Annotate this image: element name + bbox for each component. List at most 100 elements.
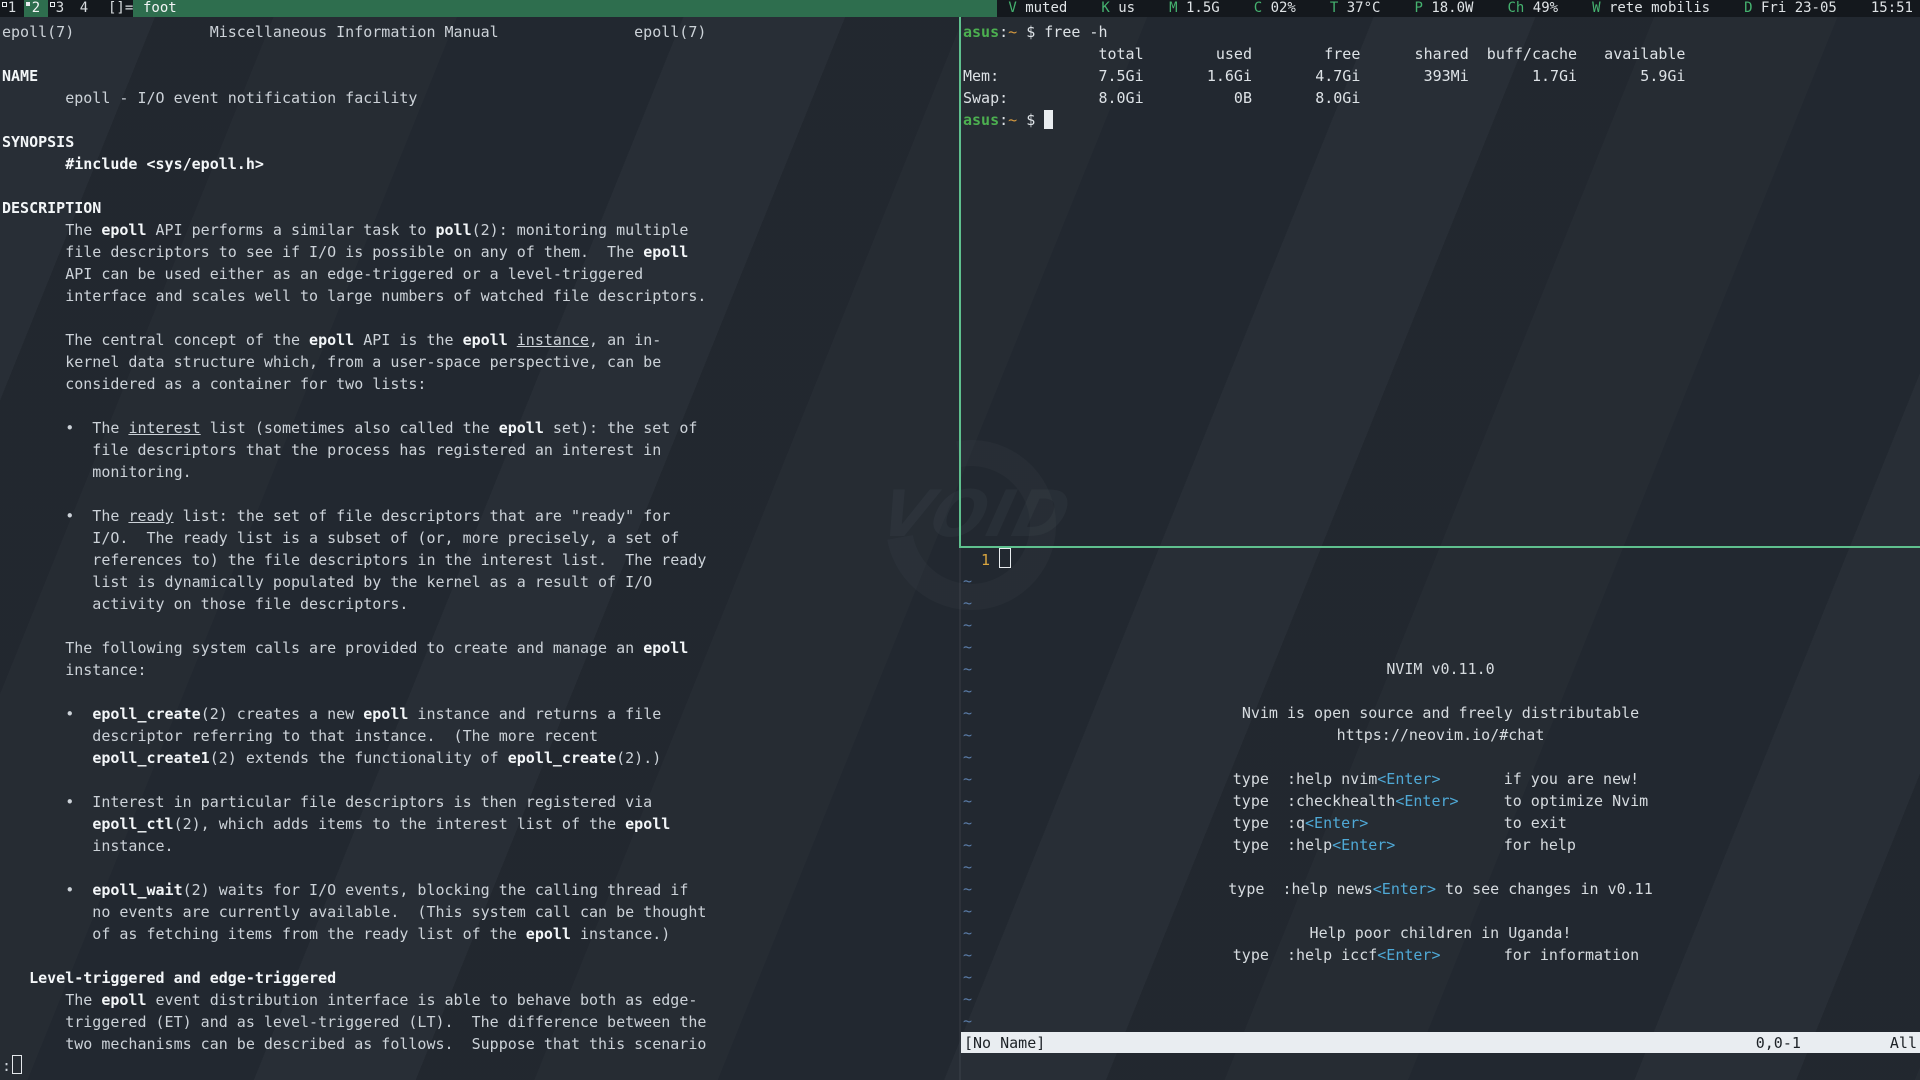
status-item-p: P 18.0W — [1414, 0, 1473, 17]
man-page-line: epoll(7) Miscellaneous Information Manua… — [2, 21, 958, 43]
nvim-intro-line: Nvim is open source and freely distribut… — [961, 702, 1920, 724]
nvim-tilde: ~ — [963, 616, 972, 634]
nvim-tilde: ~ — [963, 594, 972, 612]
tag-occupied-indicator — [50, 2, 55, 7]
nvim-line-number: 1 — [963, 551, 999, 569]
man-page-line: The following system calls are provided … — [2, 637, 958, 659]
man-page-line: Level-triggered and edge-triggered — [2, 967, 958, 989]
man-page-line: references to) the file descriptors in t… — [2, 549, 958, 571]
status-item-k: K us — [1101, 0, 1135, 17]
status-bar: 1234 []= foot V mutedK usM 1.5GC 02%T 37… — [0, 0, 1920, 17]
status-key: C — [1254, 0, 1262, 16]
status-key: K — [1101, 0, 1109, 16]
terminal-pane[interactable]: asus:~ $ free -h total used free shared … — [963, 21, 1918, 131]
man-page-line — [2, 175, 958, 197]
nvim-pane[interactable]: 1 ~~~~~~~~~~~~~~~~~~~~~ NVIM v0.11.0Nvim… — [961, 548, 1920, 1080]
nvim-intro-line: type :q<Enter> to exit — [961, 812, 1920, 834]
pager-cursor — [12, 1055, 22, 1074]
man-page-line: file descriptors that the process has re… — [2, 439, 958, 461]
nvim-tilde-row: ~ — [961, 614, 1920, 636]
man-page-line — [2, 109, 958, 131]
status-value: muted — [1025, 0, 1067, 16]
man-page-line: epoll_create1(2) extends the functionali… — [2, 747, 958, 769]
man-page-line: NAME — [2, 65, 958, 87]
pager-prompt-line[interactable]: : — [2, 1055, 958, 1077]
man-page-line: #include <sys/epoll.h> — [2, 153, 958, 175]
man-page-line: list is dynamically populated by the ker… — [2, 571, 958, 593]
prompt-user: asus — [963, 23, 999, 41]
tag-occupied-indicator — [2, 2, 7, 7]
man-page-line: epoll - I/O event notification facility — [2, 87, 958, 109]
workspace-tag-4[interactable]: 4 — [72, 0, 96, 17]
man-page-line: interface and scales well to large numbe… — [2, 285, 958, 307]
prompt-path: ~ — [1008, 111, 1017, 129]
nvim-intro-line: type :help nvim<Enter> if you are new! — [961, 768, 1920, 790]
man-page-line: considered as a container for two lists: — [2, 373, 958, 395]
man-page-line — [2, 681, 958, 703]
tag-occupied-indicator — [26, 2, 30, 6]
workspace-tag-label: 3 — [56, 0, 64, 17]
nvim-intro-line — [961, 680, 1920, 702]
man-page-line: I/O. The ready list is a subset of (or, … — [2, 527, 958, 549]
status-item-ch: Ch 49% — [1507, 0, 1558, 17]
man-page-line: • epoll_wait(2) waits for I/O events, bl… — [2, 879, 958, 901]
man-page-line: monitoring. — [2, 461, 958, 483]
workspace-tag-3[interactable]: 3 — [48, 0, 72, 17]
terminal-command-line: asus:~ $ free -h — [963, 21, 1918, 43]
enter-key-hint: <Enter> — [1332, 836, 1395, 854]
man-page-line: API can be used either as an edge-trigge… — [2, 263, 958, 285]
nvim-intro-screen: NVIM v0.11.0Nvim is open source and free… — [961, 658, 1920, 966]
man-page-line: of as fetching items from the ready list… — [2, 923, 958, 945]
nvim-intro-line — [961, 856, 1920, 878]
man-page-pane[interactable]: epoll(7) Miscellaneous Information Manua… — [2, 21, 958, 1077]
nvim-tilde-row: ~ — [961, 1010, 1920, 1032]
nvim-intro-line — [961, 900, 1920, 922]
status-key: D — [1744, 0, 1752, 16]
workspace-tag-2[interactable]: 2 — [24, 0, 48, 17]
nvim-scroll-position: All — [1890, 1032, 1917, 1054]
workspace-tag-label: 2 — [32, 0, 40, 17]
nvim-tilde: ~ — [963, 1012, 972, 1030]
enter-key-hint: <Enter> — [1395, 792, 1458, 810]
nvim-tilde: ~ — [963, 968, 972, 986]
status-key: T — [1330, 0, 1338, 16]
focused-window-title: foot — [133, 0, 997, 17]
prompt-user: asus — [963, 111, 999, 129]
status-item-v: V muted — [1008, 0, 1067, 17]
vertical-split-divider[interactable] — [959, 17, 961, 546]
nvim-tilde-row: ~ — [961, 966, 1920, 988]
man-page-line: • Interest in particular file descriptor… — [2, 791, 958, 813]
status-value: Fri 23-05 — [1761, 0, 1837, 16]
nvim-line-1[interactable]: 1 — [961, 548, 1920, 570]
status-value: us — [1118, 0, 1135, 16]
workspace-tag-1[interactable]: 1 — [0, 0, 24, 17]
man-page-line — [2, 483, 958, 505]
man-page-line: file descriptors to see if I/O is possib… — [2, 241, 958, 263]
status-key: M — [1169, 0, 1177, 16]
workspace-tag-label: 4 — [80, 0, 88, 17]
enter-key-hint: <Enter> — [1377, 946, 1440, 964]
man-page-line: SYNOPSIS — [2, 131, 958, 153]
man-page-line: instance: — [2, 659, 958, 681]
terminal-prompt-line[interactable]: asus:~ $ — [963, 109, 1918, 131]
nvim-intro-line: type :help news<Enter> to see changes in… — [961, 878, 1920, 900]
man-page-line: • The ready list: the set of file descri… — [2, 505, 958, 527]
nvim-tilde-row: ~ — [961, 636, 1920, 658]
nvim-intro-line: Help poor children in Uganda! — [961, 922, 1920, 944]
status-item-t: T 37°C — [1330, 0, 1381, 17]
enter-key-hint: <Enter> — [1373, 880, 1436, 898]
prompt-path: ~ — [1008, 23, 1017, 41]
nvim-tilde: ~ — [963, 572, 972, 590]
status-value: 49% — [1533, 0, 1558, 16]
man-page-line: triggered (ET) and as level-triggered (L… — [2, 1011, 958, 1033]
status-item-d: D Fri 23-05 — [1744, 0, 1837, 17]
nvim-tilde: ~ — [963, 638, 972, 656]
man-page-line: descriptor referring to that instance. (… — [2, 725, 958, 747]
enter-key-hint: <Enter> — [1377, 770, 1440, 788]
terminal-cursor — [1044, 110, 1053, 129]
man-page-line: epoll_ctl(2), which adds items to the in… — [2, 813, 958, 835]
status-key: P — [1414, 0, 1422, 16]
terminal-output-line: Swap: 8.0Gi 0B 8.0Gi — [963, 87, 1918, 109]
man-page-line: DESCRIPTION — [2, 197, 958, 219]
man-page-line: • epoll_create(2) creates a new epoll in… — [2, 703, 958, 725]
